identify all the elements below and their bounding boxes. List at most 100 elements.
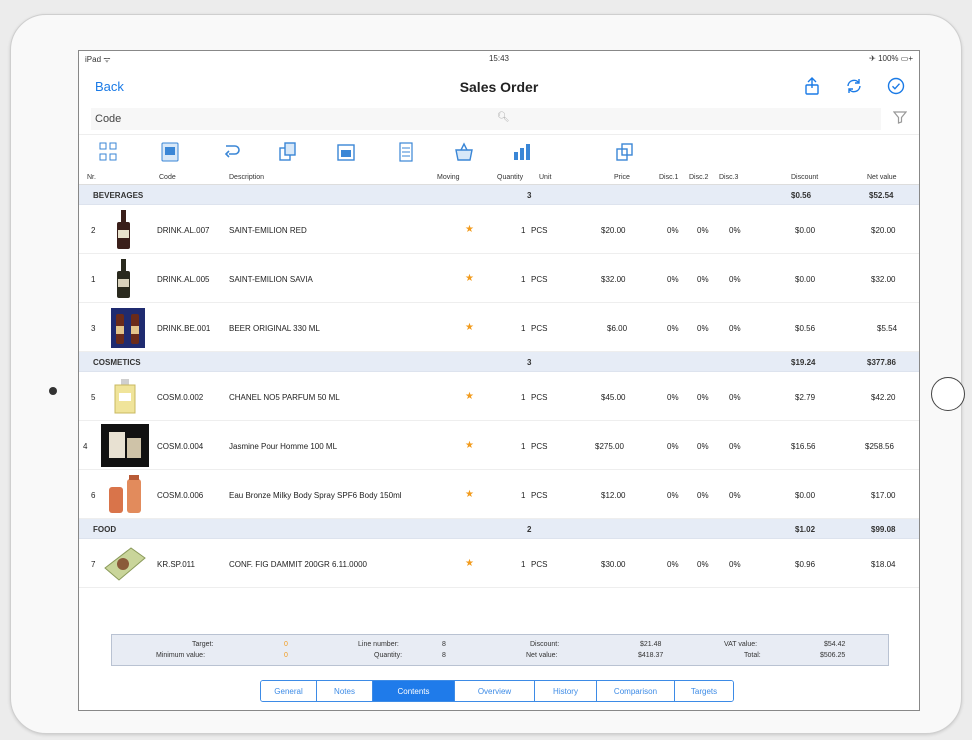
wine-bottle-image [117, 210, 130, 249]
catalog-icon[interactable] [159, 140, 181, 164]
document-icon[interactable] [395, 140, 417, 164]
row-code: DRINK.BE.001 [157, 324, 211, 333]
group-row-food[interactable]: FOOD 2 $1.02 $99.08 [79, 519, 919, 539]
col-moving: Moving [437, 174, 460, 181]
row-discount: $0.96 [795, 560, 816, 569]
row-disc3: 0% [729, 560, 741, 569]
group-net: $377.86 [867, 358, 896, 367]
col-disc1: Disc.1 [659, 174, 679, 181]
nav-bar: Back Sales Order [79, 65, 919, 105]
row-price: $275.00 [595, 442, 624, 451]
clock: 15:43 [488, 54, 510, 63]
star-icon[interactable]: ★ [465, 273, 474, 284]
col-nr: Nr. [87, 174, 96, 181]
duplicate-icon[interactable] [614, 140, 636, 164]
group-row-cosmetics[interactable]: COSMETICS 3 $19.24 $377.86 [79, 352, 919, 372]
group-net: $99.08 [871, 525, 896, 534]
row-unit: PCS [531, 560, 548, 569]
grid-barcode-icon[interactable] [97, 140, 119, 164]
table-row[interactable]: 3 DRINK.BE.001 BEER ORIGINAL 330 ML ★ 1 … [79, 303, 919, 352]
search-icon: 🔍︎ [497, 112, 510, 123]
row-description: SAINT-EMILION RED [229, 226, 307, 235]
calendar-icon[interactable] [335, 140, 357, 164]
table-row[interactable]: 2 DRINK.AL.007 SAINT-EMILION RED ★ 1 PCS… [79, 205, 919, 254]
row-disc1: 0% [667, 560, 679, 569]
row-net: $18.04 [871, 560, 896, 569]
row-nr: 5 [91, 393, 96, 402]
row-disc3: 0% [729, 393, 741, 402]
row-price: $20.00 [601, 226, 626, 235]
summary-discount-label: Discount: [530, 641, 560, 648]
tab-history[interactable]: History [535, 681, 597, 701]
row-disc2: 0% [697, 442, 709, 451]
tab-targets[interactable]: Targets [675, 681, 733, 701]
row-disc3: 0% [729, 324, 741, 333]
row-qty: 1 [521, 324, 526, 333]
col-disc3: Disc.3 [719, 174, 739, 181]
star-icon[interactable]: ★ [465, 558, 474, 569]
sync-icon[interactable] [843, 75, 865, 97]
table-row[interactable]: 7 KR.SP.011 CONF. FIG DAMMIT 200GR 6.11.… [79, 539, 919, 588]
row-disc1: 0% [667, 442, 679, 451]
star-icon[interactable]: ★ [465, 322, 474, 333]
copy-icon[interactable] [277, 140, 299, 164]
order-summary: Target: 0 Minimum value: 0 Line number: … [111, 634, 889, 666]
summary-netvalue-value: $418.37 [638, 652, 664, 659]
table-row[interactable]: 6 COSM.0.006 Eau Bronze Milky Body Spray… [79, 470, 919, 519]
row-disc1: 0% [667, 275, 679, 284]
return-icon[interactable] [221, 140, 243, 164]
section-tabs: General Notes Contents Overview History … [260, 680, 734, 702]
group-qty: 3 [527, 358, 532, 367]
chart-icon[interactable] [511, 140, 533, 164]
summary-vat-label: VAT value: [724, 641, 758, 648]
tab-notes[interactable]: Notes [317, 681, 373, 701]
table-row[interactable]: 4 COSM.0.004 Jasmine Pour Homme 100 ML ★… [79, 421, 919, 470]
row-nr: 2 [91, 226, 96, 235]
star-icon[interactable]: ★ [465, 224, 474, 235]
group-name: FOOD [93, 525, 117, 534]
row-discount: $0.00 [795, 275, 816, 284]
row-disc3: 0% [729, 491, 741, 500]
row-net: $20.00 [871, 226, 896, 235]
home-button[interactable] [931, 377, 965, 411]
row-description: Eau Bronze Milky Body Spray SPF6 Body 15… [229, 491, 402, 500]
tab-overview[interactable]: Overview [455, 681, 535, 701]
row-disc1: 0% [667, 491, 679, 500]
row-description: CONF. FIG DAMMIT 200GR 6.11.0000 [229, 560, 367, 569]
tab-contents[interactable]: Contents [373, 681, 455, 701]
filter-icon[interactable] [892, 110, 908, 127]
check-circle-icon[interactable] [885, 75, 907, 97]
table-header: Nr. Code Description Moving Quantity Uni… [79, 171, 919, 185]
table-row[interactable]: 1 DRINK.AL.005 SAINT-EMILION SAVIA ★ 1 P… [79, 254, 919, 303]
row-net: $5.54 [877, 324, 898, 333]
basket-icon[interactable] [453, 140, 475, 164]
table-row[interactable]: 5 COSM.0.002 CHANEL NO5 PARFUM 50 ML ★ 1… [79, 372, 919, 421]
row-discount: $16.56 [791, 442, 816, 451]
tab-general[interactable]: General [261, 681, 317, 701]
row-code: KR.SP.011 [157, 560, 195, 569]
row-unit: PCS [531, 393, 548, 402]
group-row-beverages[interactable]: BEVERAGES 3 $0.56 $52.54 [79, 185, 919, 205]
share-icon[interactable] [801, 75, 823, 97]
summary-total-value: $506.25 [820, 652, 846, 659]
row-qty: 1 [521, 491, 526, 500]
group-net: $52.54 [869, 191, 894, 200]
row-qty: 1 [521, 442, 526, 451]
status-bar: iPad ᯤ 15:43 ✈ 100% ▭+ [79, 51, 919, 65]
row-price: $32.00 [601, 275, 626, 284]
col-discount: Discount [791, 174, 819, 181]
star-icon[interactable]: ★ [465, 440, 474, 451]
star-icon[interactable]: ★ [465, 391, 474, 402]
search-input[interactable] [91, 108, 881, 130]
perfume-box-image [101, 424, 149, 467]
summary-quantity-value: 8 [442, 652, 446, 659]
row-disc1: 0% [667, 226, 679, 235]
row-unit: PCS [531, 442, 548, 451]
star-icon[interactable]: ★ [465, 489, 474, 500]
row-net: $17.00 [871, 491, 896, 500]
row-discount: $0.00 [795, 491, 816, 500]
group-discount: $0.56 [791, 191, 812, 200]
row-code: DRINK.AL.005 [157, 275, 210, 284]
tab-comparison[interactable]: Comparison [597, 681, 675, 701]
row-disc1: 0% [667, 324, 679, 333]
